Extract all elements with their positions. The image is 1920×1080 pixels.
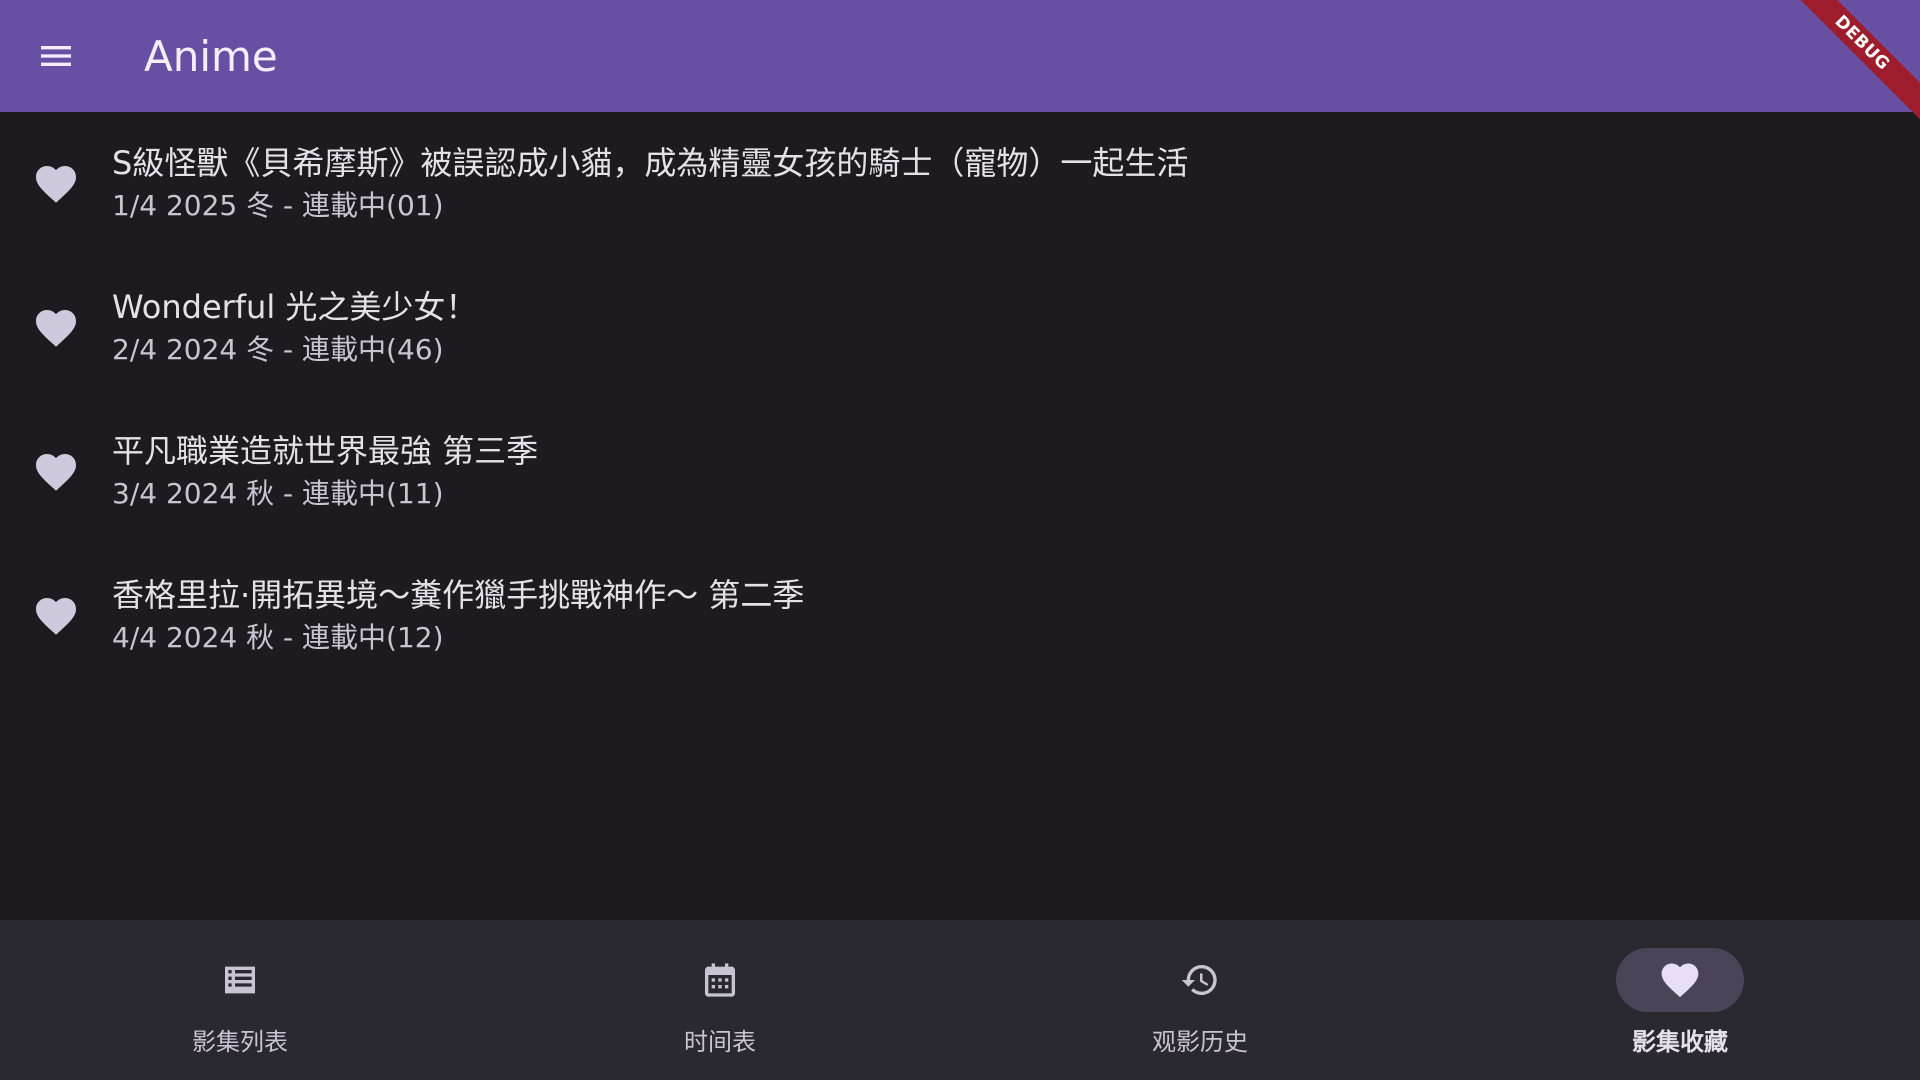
app-bar: Anime — [0, 0, 1920, 112]
list-item-subtitle: 2/4 2024 冬 - 連載中(46) — [112, 333, 444, 366]
nav-indicator-active — [1616, 948, 1744, 1012]
nav-label: 影集收藏 — [1632, 1028, 1728, 1056]
nav-indicator — [176, 948, 304, 1012]
list-item-subtitle: 4/4 2024 秋 - 連載中(12) — [112, 621, 444, 654]
heart-icon — [36, 166, 76, 203]
app-root: Anime DEBUG S級怪獸《貝希摩斯》被誤認成小貓，成為精靈女孩的騎士（寵… — [0, 0, 1920, 1080]
heart-icon — [1661, 963, 1699, 998]
bottom-navigation: 影集列表 时间表 观影历史 影集收藏 — [0, 920, 1920, 1080]
nav-label: 观影历史 — [1152, 1028, 1248, 1056]
heart-icon — [36, 598, 76, 635]
nav-indicator — [656, 948, 784, 1012]
list-item-text: S級怪獸《貝希摩斯》被誤認成小貓，成為精靈女孩的騎士（寵物）一起生活 1/4 2… — [112, 141, 1188, 227]
list-item[interactable]: 香格里拉·開拓異境～糞作獵手挑戰神作～ 第二季 4/4 2024 秋 - 連載中… — [0, 544, 1920, 688]
list-item-text: Wonderful 光之美少女！ 2/4 2024 冬 - 連載中(46) — [112, 285, 477, 371]
list-item-title: 平凡職業造就世界最強 第三季 — [112, 432, 539, 470]
heart-icon — [36, 454, 76, 491]
list-item-title: S級怪獸《貝希摩斯》被誤認成小貓，成為精靈女孩的騎士（寵物）一起生活 — [112, 144, 1189, 182]
nav-item-schedule[interactable]: 时间表 — [480, 920, 960, 1080]
favorite-toggle[interactable] — [0, 448, 112, 496]
calendar-icon — [705, 963, 735, 997]
list-item-title: Wonderful 光之美少女！ — [112, 288, 478, 326]
list-item-text: 香格里拉·開拓異境～糞作獵手挑戰神作～ 第二季 4/4 2024 秋 - 連載中… — [112, 573, 804, 659]
list-item-subtitle: 1/4 2025 冬 - 連載中(01) — [112, 189, 444, 222]
list-item-subtitle: 3/4 2024 秋 - 連載中(11) — [112, 477, 444, 510]
list-icon — [225, 966, 255, 994]
history-icon — [1181, 965, 1217, 995]
nav-item-series-list[interactable]: 影集列表 — [0, 920, 480, 1080]
favorite-toggle[interactable] — [0, 592, 112, 640]
favorite-toggle[interactable] — [0, 160, 112, 208]
nav-label: 时间表 — [684, 1028, 756, 1056]
favorites-list: S級怪獸《貝希摩斯》被誤認成小貓，成為精靈女孩的騎士（寵物）一起生活 1/4 2… — [0, 112, 1920, 688]
menu-icon — [41, 46, 71, 66]
menu-button[interactable] — [0, 0, 112, 112]
list-item[interactable]: Wonderful 光之美少女！ 2/4 2024 冬 - 連載中(46) — [0, 256, 1920, 400]
list-item[interactable]: S級怪獸《貝希摩斯》被誤認成小貓，成為精靈女孩的騎士（寵物）一起生活 1/4 2… — [0, 112, 1920, 256]
favorite-toggle[interactable] — [0, 304, 112, 352]
nav-item-favorites[interactable]: 影集收藏 — [1440, 920, 1920, 1080]
list-item-text: 平凡職業造就世界最強 第三季 3/4 2024 秋 - 連載中(11) — [112, 429, 538, 515]
nav-item-history[interactable]: 观影历史 — [960, 920, 1440, 1080]
nav-indicator — [1136, 948, 1264, 1012]
heart-icon — [36, 310, 76, 347]
list-item[interactable]: 平凡職業造就世界最強 第三季 3/4 2024 秋 - 連載中(11) — [0, 400, 1920, 544]
nav-label: 影集列表 — [192, 1028, 288, 1056]
list-item-title: 香格里拉·開拓異境～糞作獵手挑戰神作～ 第二季 — [112, 576, 805, 614]
app-title: Anime — [144, 31, 278, 81]
